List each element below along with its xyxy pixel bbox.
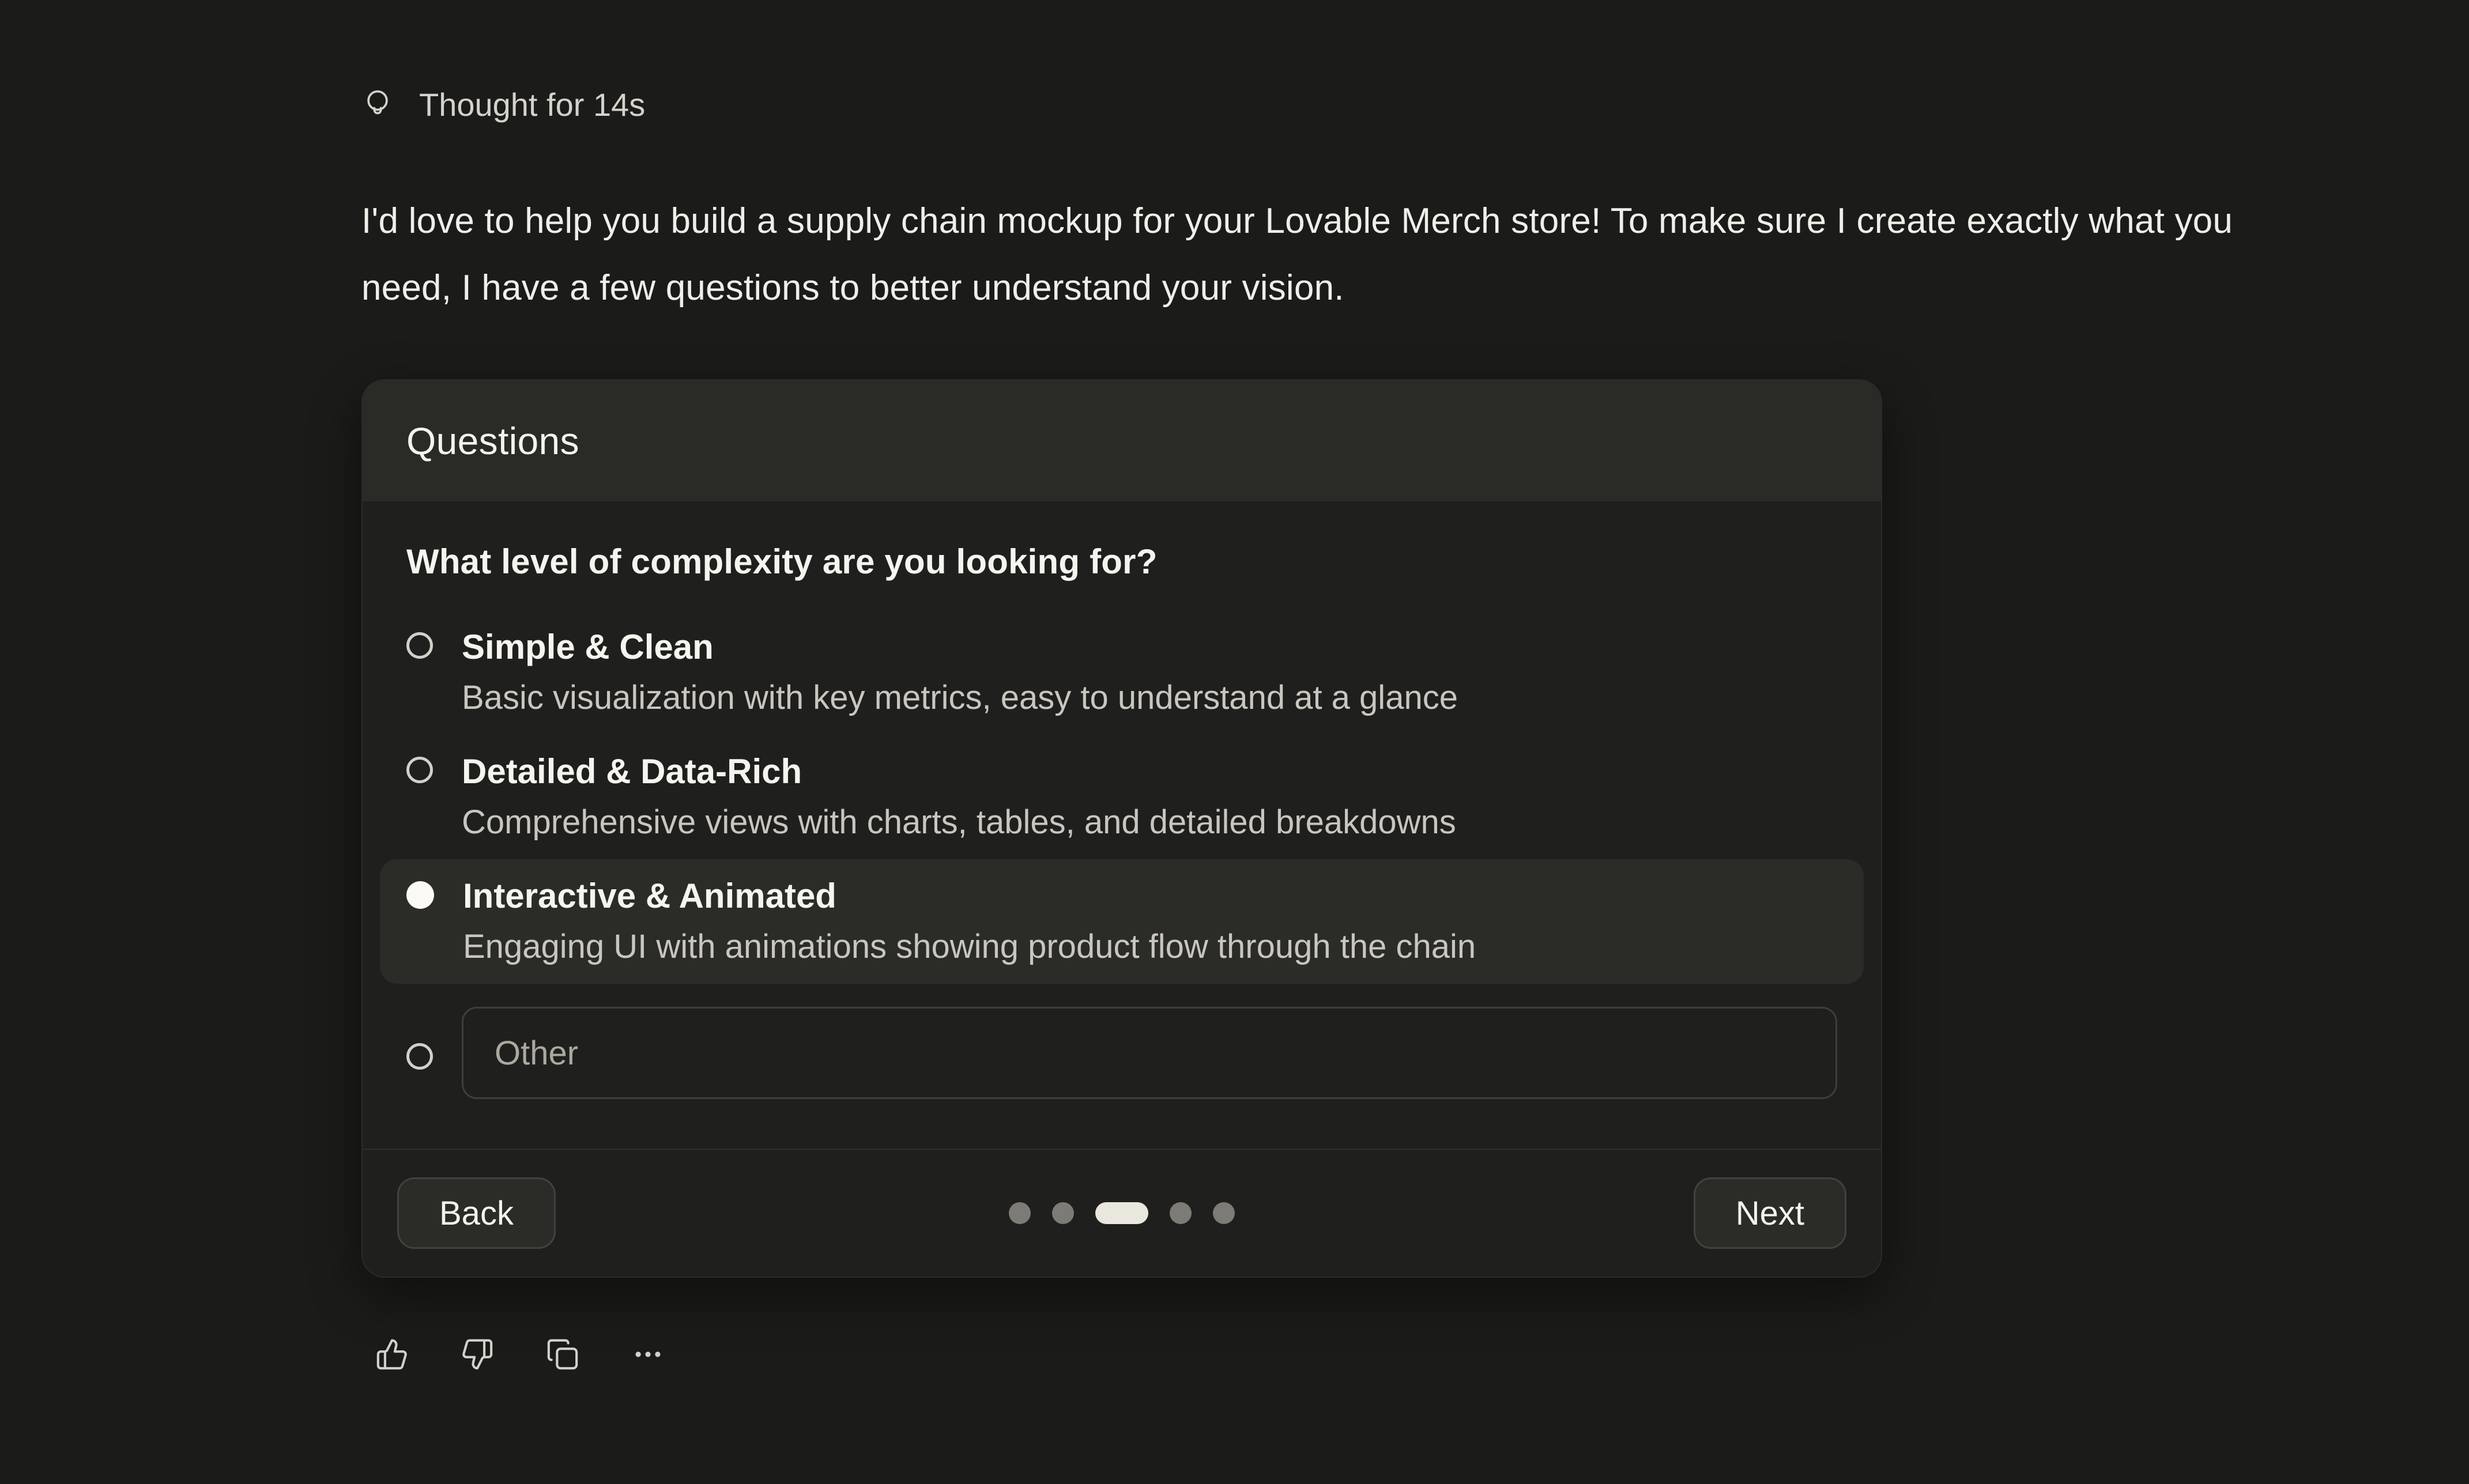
- copy-button[interactable]: [546, 1338, 579, 1371]
- thought-label: Thought for 14s: [419, 86, 645, 123]
- pagination-dot: [1052, 1202, 1074, 1224]
- pagination-dot: [1009, 1202, 1031, 1224]
- card-title: Questions: [406, 419, 579, 463]
- option-description: Comprehensive views with charts, tables,…: [462, 800, 1456, 844]
- option-detailed-data-rich[interactable]: Detailed & Data-Rich Comprehensive views…: [380, 735, 1864, 859]
- radio-selected-icon[interactable]: [406, 881, 434, 909]
- option-interactive-animated[interactable]: Interactive & Animated Engaging UI with …: [380, 859, 1864, 984]
- option-description: Basic visualization with key metrics, ea…: [462, 676, 1458, 720]
- card-footer: Back Next: [363, 1150, 1881, 1277]
- pagination: [1009, 1202, 1235, 1224]
- more-options-icon: [631, 1338, 665, 1371]
- pagination-dot: [1170, 1202, 1192, 1224]
- thumbs-down-icon: [461, 1338, 494, 1371]
- option-other[interactable]: [380, 992, 1864, 1114]
- next-button[interactable]: Next: [1694, 1177, 1846, 1249]
- thumbs-up-button[interactable]: [375, 1338, 409, 1371]
- page-background: { "thought": { "label": "Thought for 14s…: [0, 0, 2469, 1484]
- copy-icon: [546, 1338, 579, 1371]
- more-options-button[interactable]: [631, 1338, 665, 1371]
- question-text: What level of complexity are you looking…: [406, 542, 1837, 581]
- option-label: Simple & Clean: [462, 625, 1458, 669]
- card-header: Questions: [363, 380, 1881, 501]
- card-body: What level of complexity are you looking…: [363, 501, 1881, 1149]
- radio-unselected-icon[interactable]: [406, 632, 433, 659]
- pagination-active-pill: [1095, 1202, 1148, 1224]
- option-simple-clean[interactable]: Simple & Clean Basic visualization with …: [380, 610, 1864, 735]
- option-description: Engaging UI with animations showing prod…: [463, 925, 1476, 969]
- message-actions: [361, 1338, 2469, 1371]
- other-option-input[interactable]: [462, 1007, 1837, 1099]
- options-list: Simple & Clean Basic visualization with …: [406, 610, 1837, 1114]
- assistant-message: I'd love to help you build a supply chai…: [361, 188, 2241, 322]
- assistant-response: Thought for 14s I'd love to help you bui…: [0, 0, 2469, 1371]
- option-label: Interactive & Animated: [463, 874, 1476, 918]
- thumbs-down-button[interactable]: [461, 1338, 494, 1371]
- lightbulb-icon: [361, 85, 394, 123]
- questions-card: Questions What level of complexity are y…: [361, 379, 1882, 1278]
- radio-unselected-icon[interactable]: [406, 757, 433, 783]
- radio-unselected-icon[interactable]: [406, 1043, 433, 1070]
- pagination-dot: [1213, 1202, 1235, 1224]
- option-label: Detailed & Data-Rich: [462, 750, 1456, 794]
- thumbs-up-icon: [375, 1338, 409, 1371]
- thought-toggle[interactable]: Thought for 14s: [361, 85, 645, 123]
- back-button[interactable]: Back: [397, 1177, 556, 1249]
